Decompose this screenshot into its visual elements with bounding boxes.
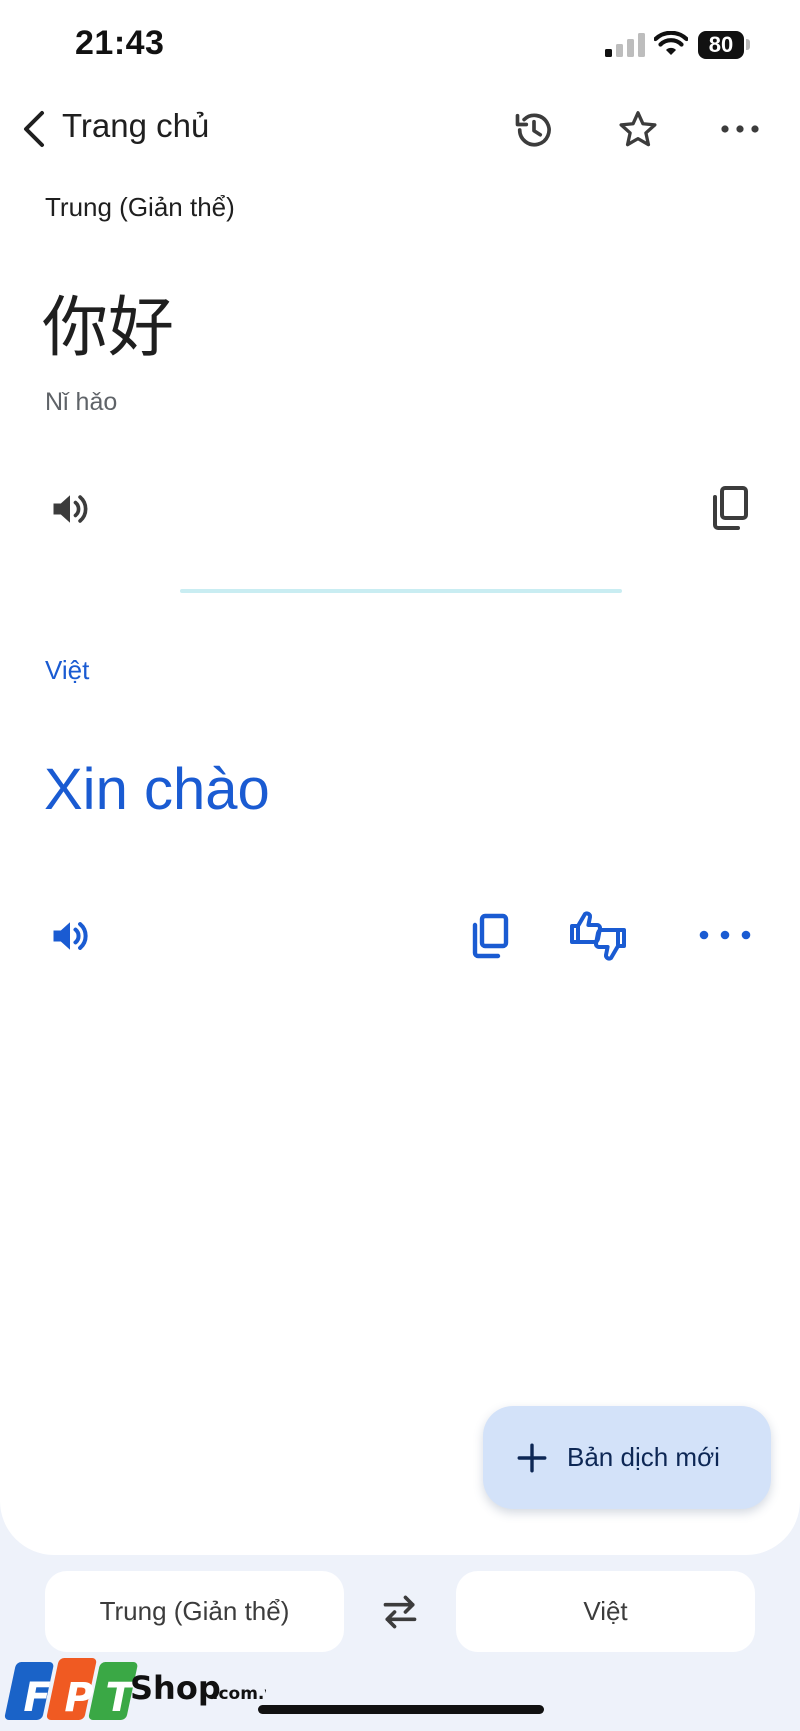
copy-icon[interactable] xyxy=(468,912,512,960)
svg-text:P: P xyxy=(64,1675,93,1721)
target-language-label[interactable]: Việt xyxy=(45,655,89,686)
source-transliteration: Nǐ hǎo xyxy=(45,388,118,416)
battery-tip xyxy=(746,39,750,50)
copy-icon[interactable] xyxy=(708,484,752,532)
signal-icon xyxy=(605,33,645,57)
target-text: Xin chào xyxy=(44,757,270,822)
svg-text:F: F xyxy=(23,1675,50,1721)
source-language-label[interactable]: Trung (Giản thể) xyxy=(45,192,235,223)
back-chevron-icon[interactable] xyxy=(20,109,48,149)
more-horizontal-icon[interactable] xyxy=(720,122,760,136)
svg-text:.com.vn: .com.vn xyxy=(212,1684,266,1704)
section-divider xyxy=(180,589,622,593)
source-language-button[interactable]: Trung (Giản thể) xyxy=(45,1571,344,1652)
star-icon[interactable] xyxy=(616,108,660,152)
source-text: 你好 xyxy=(42,289,174,366)
target-language-button[interactable]: Việt xyxy=(456,1571,755,1652)
new-translation-label: Bản dịch mới xyxy=(567,1442,720,1472)
feedback-thumbs-icon[interactable] xyxy=(568,908,628,964)
wifi-icon xyxy=(654,31,688,55)
swap-icon[interactable] xyxy=(378,1592,422,1632)
back-label[interactable]: Trang chủ xyxy=(62,107,209,145)
history-icon[interactable] xyxy=(512,108,556,152)
new-translation-button[interactable]: Bản dịch mới xyxy=(483,1406,771,1509)
speaker-icon[interactable] xyxy=(48,914,92,958)
svg-text:Shop: Shop xyxy=(130,1669,221,1707)
battery-indicator: 80 xyxy=(698,31,744,59)
fptshop-watermark-logo: F P T Shop .com.vn xyxy=(4,1658,266,1721)
more-horizontal-icon[interactable] xyxy=(698,928,752,942)
speaker-icon[interactable] xyxy=(48,487,92,531)
plus-icon xyxy=(517,1443,547,1472)
status-time: 21:43 xyxy=(75,24,165,62)
home-indicator xyxy=(258,1705,544,1714)
